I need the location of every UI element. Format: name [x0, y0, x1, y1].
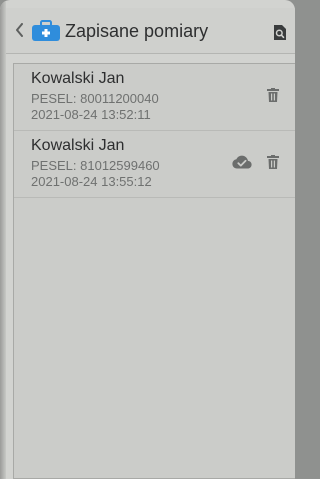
back-button[interactable]	[13, 20, 25, 40]
list-item[interactable]: Kowalski Jan PESEL: 81012599460 2021-08-…	[14, 131, 295, 198]
medical-case-icon	[31, 20, 61, 42]
trash-icon	[267, 88, 279, 102]
delete-button[interactable]	[265, 153, 281, 171]
measurements-list: Kowalski Jan PESEL: 80011200040 2021-08-…	[13, 63, 295, 479]
search-icon	[274, 24, 286, 40]
cloud-done-icon	[232, 155, 252, 169]
app-window: Zapisane pomiary Kowalski Jan PESEL: 800…	[0, 0, 295, 479]
measurement-date: 2021-08-24 13:52:11	[31, 107, 151, 122]
device-edge	[0, 0, 6, 479]
patient-name: Kowalski Jan	[31, 70, 125, 87]
sync-status-button[interactable]	[231, 154, 253, 170]
top-bar: Zapisane pomiary	[6, 8, 295, 54]
measurement-date: 2021-08-24 13:55:12	[31, 174, 152, 189]
list-item[interactable]: Kowalski Jan PESEL: 80011200040 2021-08-…	[14, 64, 295, 131]
search-button[interactable]	[271, 22, 289, 42]
patient-pesel: PESEL: 80011200040	[31, 91, 159, 106]
patient-pesel: PESEL: 81012599460	[31, 158, 160, 173]
patient-name: Kowalski Jan	[31, 137, 125, 154]
page-title: Zapisane pomiary	[65, 21, 209, 41]
chevron-left-icon	[15, 23, 23, 37]
trash-icon	[267, 155, 279, 169]
delete-button[interactable]	[265, 86, 281, 104]
